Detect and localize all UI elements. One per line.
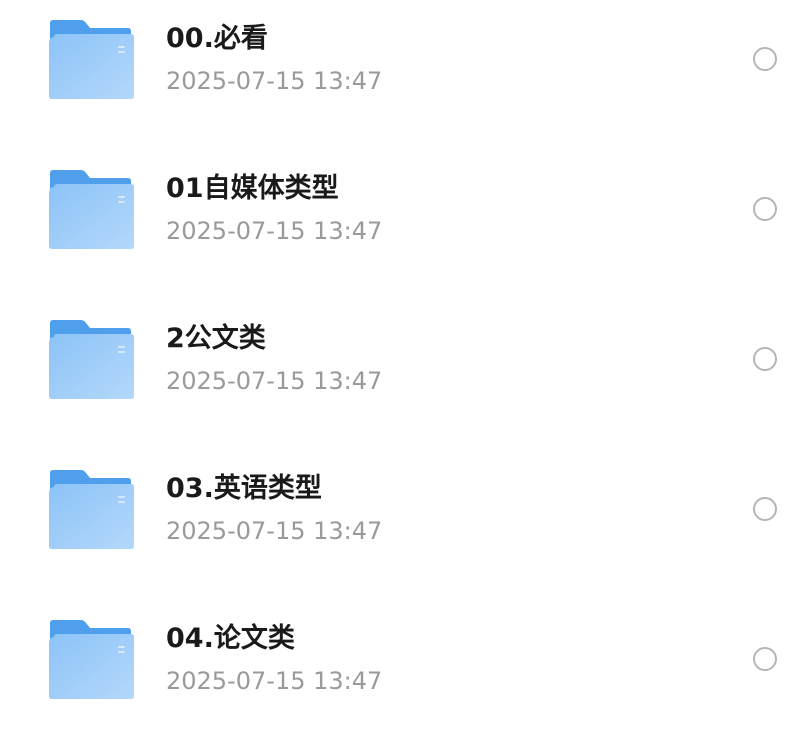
file-name: 03.英语类型 — [166, 473, 322, 504]
folder-icon — [48, 319, 134, 399]
file-row[interactable]: 01自媒体类型 2025-07-15 13:47 — [0, 150, 807, 300]
folder-icon — [48, 169, 134, 249]
file-name: 00.必看 — [166, 23, 268, 54]
file-modified-time: 2025-07-15 13:47 — [166, 367, 383, 395]
file-row[interactable]: 00.必看 2025-07-15 13:47 — [0, 0, 807, 150]
select-radio[interactable] — [753, 47, 777, 71]
file-modified-time: 2025-07-15 13:47 — [166, 67, 383, 95]
file-list: 00.必看 2025-07-15 13:47 01自媒体类型 2025-07-1… — [0, 0, 807, 732]
file-row[interactable]: 04.论文类 2025-07-15 13:47 — [0, 600, 807, 750]
file-modified-time: 2025-07-15 13:47 — [166, 217, 383, 245]
file-row[interactable]: 03.英语类型 2025-07-15 13:47 — [0, 450, 807, 600]
file-name: 01自媒体类型 — [166, 173, 339, 204]
select-radio[interactable] — [753, 647, 777, 671]
select-radio[interactable] — [753, 197, 777, 221]
folder-icon — [48, 469, 134, 549]
select-radio[interactable] — [753, 347, 777, 371]
file-name: 04.论文类 — [166, 623, 295, 654]
file-modified-time: 2025-07-15 13:47 — [166, 667, 383, 695]
select-radio[interactable] — [753, 497, 777, 521]
folder-icon — [48, 19, 134, 99]
file-modified-time: 2025-07-15 13:47 — [166, 517, 383, 545]
file-row[interactable]: 2公文类 2025-07-15 13:47 — [0, 300, 807, 450]
file-name: 2公文类 — [166, 323, 266, 354]
folder-icon — [48, 619, 134, 699]
